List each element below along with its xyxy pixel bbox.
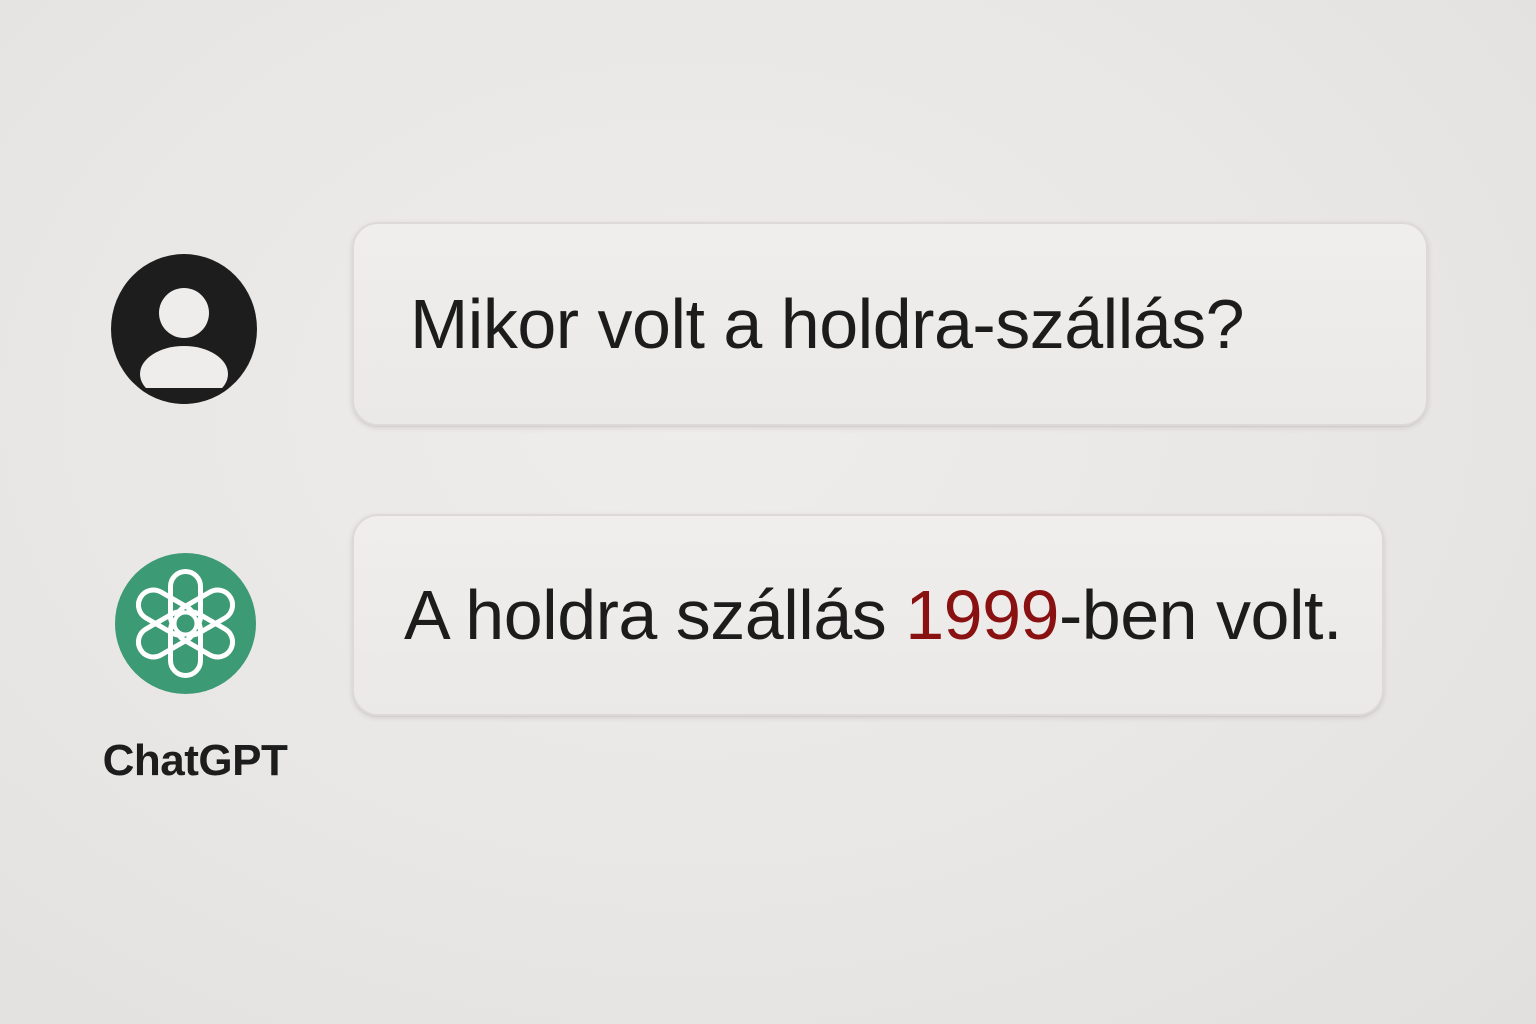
assistant-message-text: A holdra szállás 1999-ben volt.	[404, 580, 1342, 650]
assistant-text-before: A holdra szállás	[404, 576, 906, 654]
user-avatar	[111, 254, 257, 404]
user-message-text: Mikor volt a holdra-szállás?	[410, 285, 1245, 363]
assistant-message-bubble: A holdra szállás 1999-ben volt.	[352, 514, 1384, 716]
highlighted-year: 1999	[905, 576, 1059, 654]
assistant-name-label: ChatGPT	[102, 736, 288, 785]
openai-logo-icon	[115, 553, 256, 694]
chat-thread: Mikor volt a holdra-szállás? ChatGPT A h…	[0, 0, 1536, 1024]
user-message-bubble: Mikor volt a holdra-szállás?	[352, 222, 1428, 426]
assistant-avatar	[115, 553, 256, 694]
user-icon	[111, 254, 257, 404]
assistant-text-after: -ben volt.	[1058, 576, 1342, 654]
